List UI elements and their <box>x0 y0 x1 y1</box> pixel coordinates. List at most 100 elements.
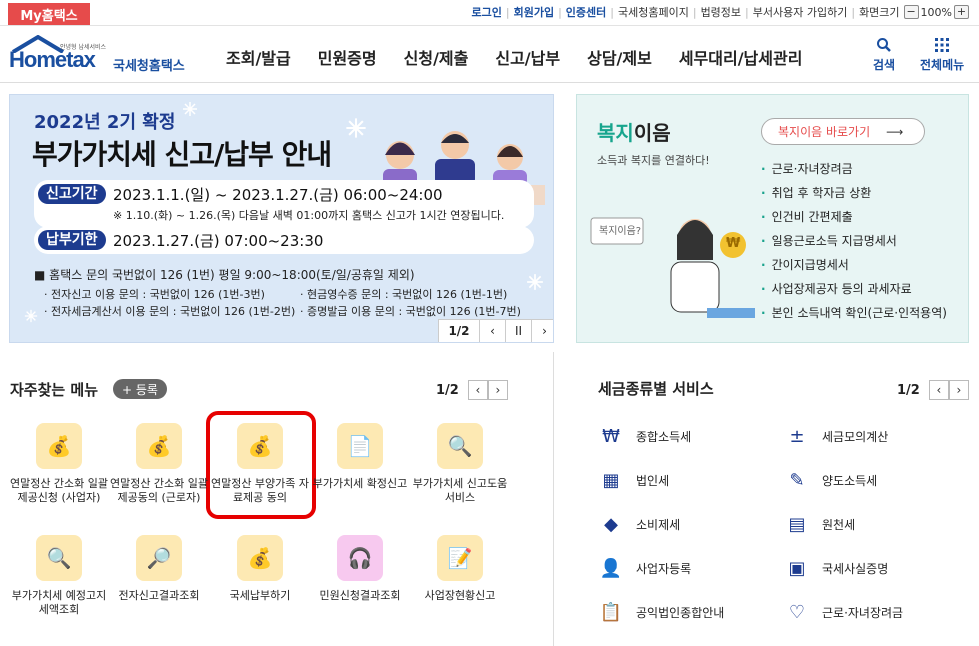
tax-pager: 1/2 ‹ › <box>897 380 969 400</box>
freq-menu-title: 자주찾는 메뉴 <box>10 381 99 399</box>
zoom-in-button[interactable]: + <box>954 5 969 19</box>
dept-user-join-link[interactable]: 부서사용자 가입하기 <box>753 4 848 20</box>
welfare-item[interactable]: 본인 소득내역 확인(근로·인적용역) <box>761 301 947 325</box>
banner-page-indicator: 1/2 <box>448 324 470 338</box>
building-icon: ▦ <box>602 469 620 491</box>
heart-hands-icon: ♡ <box>788 601 806 623</box>
freq-item-civil-result[interactable]: 🎧 민원신청결과조회 <box>310 535 410 603</box>
login-link[interactable]: 로그인 <box>472 4 502 20</box>
welfare-subtitle: 소득과 복지를 연결하다! <box>597 154 710 167</box>
hometax-logo[interactable]: 안녕형 납세서비스 Hometax 국세청홈택스 <box>9 33 191 77</box>
document-edit-icon: ✎ <box>789 469 805 491</box>
tax-service-title: 세금종류별 서비스 <box>598 380 714 398</box>
headset-icon: 🎧 <box>337 535 383 581</box>
report-note: ※ 1.10.(화) ~ 1.26.(목) 다음날 새벽 01:00까지 홈택스… <box>113 209 505 222</box>
document-search-icon: 🔍 <box>36 535 82 581</box>
welfare-item[interactable]: 취업 후 학자금 상환 <box>761 181 947 205</box>
snowflake-icon <box>24 309 38 323</box>
freq-pager: 1/2 ‹ › <box>436 380 508 400</box>
arrow-right-icon: ⟶ <box>886 124 904 139</box>
nav-apply-submit[interactable]: 신청/제출 <box>404 45 469 69</box>
banner-next-button[interactable]: › <box>531 320 553 342</box>
my-hometax-tab[interactable]: My홈택스 <box>8 3 90 25</box>
inquiry-einvoice: · 전자세금계산서 이용 문의 : 국번없이 126 (1번-2번) <box>44 305 296 318</box>
utility-bar: My홈택스 로그인 | 회원가입 | 인증센터 | 국세청홈페이지 | 법령정보 | 부서… <box>0 0 979 26</box>
nav-consult-report[interactable]: 상담/제보 <box>587 45 652 69</box>
screen-size-label: 화면크기 <box>859 6 900 19</box>
banner-prev-button[interactable]: ‹ <box>479 320 505 342</box>
inquiry-efiling: · 전자신고 이용 문의 : 국번없이 126 (1번-3번) <box>44 288 265 301</box>
diamond-icon: ◆ <box>604 513 618 535</box>
money-bag-icon: 💰 <box>237 535 283 581</box>
freq-item-yearend-batch-business[interactable]: 💰 연말정산 간소화 일괄제공신청 (사업자) <box>9 423 109 505</box>
welfare-panel: 복지이음 소득과 복지를 연결하다! 복지이음 바로가기 ⟶ 복지이음? ₩ 근… <box>576 94 969 343</box>
report-period: 2023.1.1.(일) ~ 2023.1.27.(금) 06:00~24:00 <box>113 186 443 204</box>
freq-item-yearend-batch-worker[interactable]: 💰 연말정산 간소화 일괄제공동의 (근로자) <box>109 423 209 505</box>
tax-page-indicator: 1/2 <box>897 382 920 398</box>
nav-tax-agent[interactable]: 세무대리/납세관리 <box>679 45 803 69</box>
law-info-link[interactable]: 법령정보 <box>701 4 741 20</box>
welfare-item[interactable]: 일용근로소득 지급명세서 <box>761 229 947 253</box>
freq-page-indicator: 1/2 <box>436 382 459 398</box>
freq-item-efile-result[interactable]: 🔎 전자신고결과조회 <box>109 535 209 603</box>
tax-item-simulation[interactable]: ± 세금모의계산 <box>784 423 888 449</box>
nav-inquiry-issue[interactable]: 조회/발급 <box>226 45 291 69</box>
pay-period: 2023.1.27.(금) 07:00~23:30 <box>113 232 324 250</box>
freq-item-vat-estimate[interactable]: 🔍 부가가치세 예정고지 세액조회 <box>9 535 109 617</box>
welfare-item[interactable]: 간이지급명세서 <box>761 253 947 277</box>
nav-report-pay[interactable]: 신고/납부 <box>495 45 560 69</box>
money-bag-icon: ₩ <box>602 425 620 447</box>
nav-certificate[interactable]: 민원증명 <box>318 45 377 69</box>
banner-pause-button[interactable]: II <box>505 320 531 342</box>
zoom-level: 100% <box>920 5 952 19</box>
inquiry-cert: · 증명발급 이용 문의 : 국번없이 126 (1번-7번) <box>300 305 521 318</box>
welfare-item[interactable]: 근로·자녀장려금 <box>761 157 947 181</box>
freq-item-yearend-dependent[interactable]: 💰 연말정산 부양가족 자료제공 동의 <box>210 423 310 505</box>
join-link[interactable]: 회원가입 <box>514 4 554 20</box>
certificate-icon: ▣ <box>788 557 806 579</box>
tax-item-transfer[interactable]: ✎ 양도소득세 <box>784 467 877 493</box>
freq-item-business-status[interactable]: 📝 사업장현황신고 <box>410 535 510 603</box>
coin-icon: ₩ <box>726 236 741 251</box>
search-button[interactable]: 검색 <box>873 37 895 73</box>
snowflake-icon <box>346 118 366 138</box>
tax-next-button[interactable]: › <box>948 380 969 400</box>
all-menu-button[interactable]: 전체메뉴 <box>920 37 964 73</box>
banner-title-small: 2022년 2기 확정 <box>34 112 176 133</box>
utility-nav: 로그인 | 회원가입 | 인증센터 | 국세청홈페이지 | 법령정보 | 부서사용자 가입… <box>472 4 972 20</box>
banner-title: 부가가치세 신고/납부 안내 <box>32 138 332 171</box>
tax-item-fact-cert[interactable]: ▣ 국세사실증명 <box>784 555 888 581</box>
inquiry-main: ■ 홈택스 문의 국번없이 126 (1번) 평일 9:00~18:00(토/일… <box>34 268 415 282</box>
tax-item-public-corp[interactable]: 📋 공익법인종합안내 <box>598 599 725 625</box>
money-bag-icon: 💰 <box>136 423 182 469</box>
welfare-illustration <box>590 217 755 318</box>
pay-period-label: 납부기한 <box>38 230 106 250</box>
nts-homepage-link[interactable]: 국세청홈페이지 <box>618 4 689 20</box>
add-favorite-button[interactable]: + 등록 <box>113 379 167 399</box>
zoom-out-button[interactable]: − <box>903 5 919 19</box>
tax-item-income[interactable]: ₩ 종합소득세 <box>598 423 691 449</box>
tax-item-consumption[interactable]: ◆ 소비제세 <box>598 511 680 537</box>
freq-item-tax-payment[interactable]: 💰 국세납부하기 <box>210 535 310 603</box>
freq-prev-button[interactable]: ‹ <box>467 380 488 400</box>
cert-center-link[interactable]: 인증센터 <box>566 4 606 20</box>
freq-item-vat-final-report[interactable]: 📄 부가가치세 확정신고 <box>310 423 410 491</box>
welfare-item[interactable]: 인건비 간편제출 <box>761 205 947 229</box>
banner-pager: 1/2 ‹ II › <box>438 319 553 342</box>
clipboard-check-icon: 📋 <box>599 601 623 623</box>
tax-prev-button[interactable]: ‹ <box>928 380 949 400</box>
welfare-goto-button[interactable]: 복지이음 바로가기 ⟶ <box>761 118 925 145</box>
tax-item-corporate[interactable]: ▦ 법인세 <box>598 467 669 493</box>
snowflake-icon <box>183 102 197 116</box>
freq-item-vat-help[interactable]: 🔍 부가가치세 신고도움 서비스 <box>410 423 510 505</box>
vat-banner[interactable]: 2022년 2기 확정 부가가치세 신고/납부 안내 신고기간 2023.1.1… <box>9 94 554 343</box>
tax-item-biz-register[interactable]: 👤 사업자등록 <box>598 555 691 581</box>
tax-item-withholding[interactable]: ▤ 원천세 <box>784 511 855 537</box>
tax-item-eitc[interactable]: ♡ 근로·자녀장려금 <box>784 599 903 625</box>
grid-menu-icon <box>935 38 950 52</box>
welfare-item[interactable]: 사업장제공자 등의 과세자료 <box>761 277 947 301</box>
snowflake-icon <box>527 274 543 290</box>
welfare-list: 근로·자녀장려금 취업 후 학자금 상환 인건비 간편제출 일용근로소득 지급명… <box>761 157 947 325</box>
freq-next-button[interactable]: › <box>487 380 508 400</box>
inquiry-cash-receipt: · 현금영수증 문의 : 국번없이 126 (1번-1번) <box>300 288 508 301</box>
